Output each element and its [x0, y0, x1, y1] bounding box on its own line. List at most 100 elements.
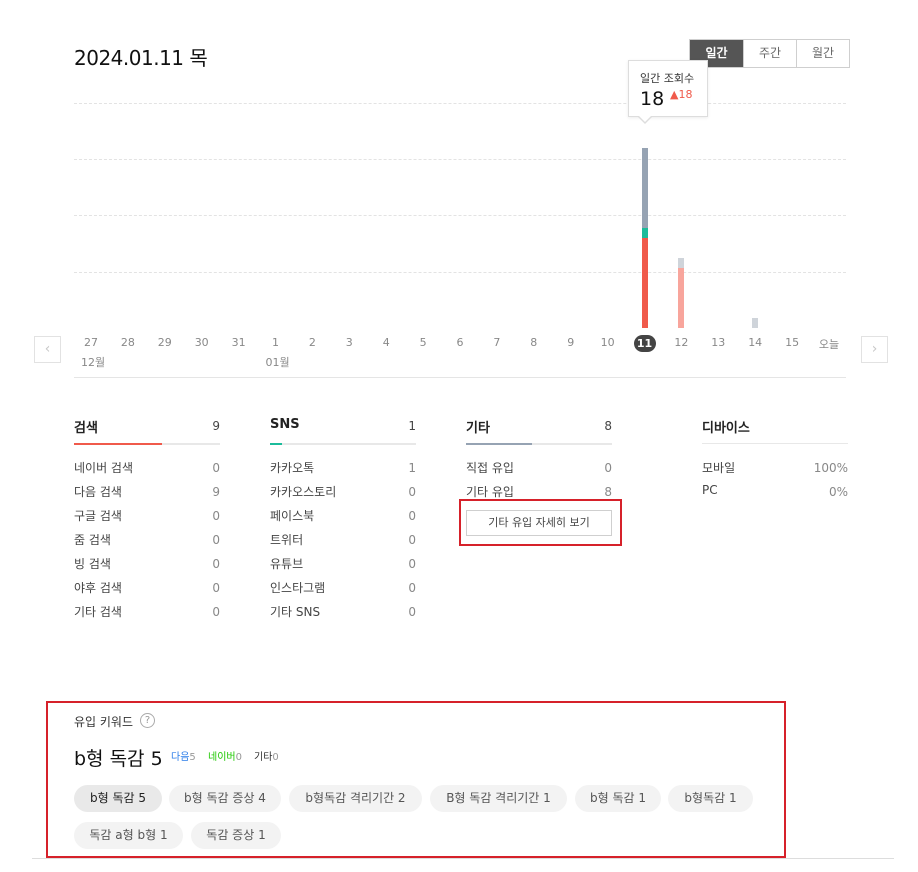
device-row-label: 모바일: [702, 461, 736, 475]
etc-row-value: 0: [604, 461, 612, 475]
search-row-label: 줌 검색: [74, 533, 111, 547]
search-row-value: 9: [212, 485, 220, 499]
etc-row-label: 직접 유입: [466, 461, 514, 475]
sns-row-label: 유튜브: [270, 557, 304, 571]
etc-ratio-bar: [466, 443, 612, 445]
search-row-label: 구글 검색: [74, 509, 122, 523]
sns-row-label: 카카오톡: [270, 461, 315, 475]
views-chart: [74, 90, 846, 330]
highlight-box: [46, 701, 786, 858]
x-tick-label[interactable]: 9: [556, 336, 586, 349]
x-tick-label[interactable]: 28: [113, 336, 143, 349]
x-tick-label[interactable]: 7: [482, 336, 512, 349]
chart-bar: [641, 148, 648, 228]
chart-bar: [641, 228, 648, 238]
x-tick-label[interactable]: 5: [408, 336, 438, 349]
search-row-value: 0: [212, 581, 220, 595]
etc-row-value: 8: [604, 485, 612, 499]
chart-bar: [641, 238, 648, 328]
device-row-label: PC: [702, 483, 718, 497]
x-tick-label[interactable]: 12: [666, 336, 696, 349]
etc-ratio-fill: [466, 443, 532, 445]
x-tick-label[interactable]: 1: [261, 336, 291, 349]
sns-row-value: 0: [408, 533, 416, 547]
sns-row-value: 0: [408, 605, 416, 619]
divider: [74, 377, 846, 378]
gridline: [74, 272, 846, 273]
sns-count: 1: [408, 419, 416, 433]
chevron-right-icon: ›: [871, 341, 878, 357]
page-title: 2024.01.11 목: [74, 46, 208, 70]
sns-row-label: 트위터: [270, 533, 304, 547]
x-tick-label[interactable]: 4: [371, 336, 401, 349]
x-tick-label[interactable]: 14: [740, 336, 770, 349]
sns-title: SNS: [270, 417, 300, 432]
month-label: 12월: [81, 356, 106, 369]
tooltip-value: 18: [640, 88, 665, 110]
x-tick-label[interactable]: 2: [297, 336, 327, 349]
device-rule: [702, 443, 848, 444]
sns-row-label: 인스타그램: [270, 581, 326, 595]
search-ratio-fill: [74, 443, 162, 445]
sns-row-label: 기타 SNS: [270, 605, 321, 619]
search-row-value: 0: [212, 533, 220, 547]
search-row-value: 0: [212, 605, 220, 619]
device-row-value: 100%: [813, 461, 848, 475]
next-arrow-button[interactable]: ›: [861, 336, 888, 363]
chart-bar: [678, 258, 685, 268]
sns-row-value: 0: [408, 581, 416, 595]
chart-bar: [678, 268, 685, 328]
device-row-value: 0%: [828, 485, 848, 499]
search-count: 9: [212, 419, 220, 433]
search-row-label: 네이버 검색: [74, 461, 134, 475]
divider: [32, 858, 894, 859]
chevron-left-icon: ‹: [44, 341, 51, 357]
sns-row-value: 1: [408, 461, 416, 475]
search-row-label: 야후 검색: [74, 581, 122, 595]
search-title: 검색: [74, 421, 98, 436]
x-tick-label[interactable]: 13: [703, 336, 733, 349]
sns-row-label: 카카오스토리: [270, 485, 337, 499]
x-tick-label[interactable]: 오늘: [814, 336, 844, 352]
tooltip-delta: ▲18: [670, 88, 692, 101]
sns-row-value: 0: [408, 557, 416, 571]
gridline: [74, 159, 846, 160]
search-row-value: 0: [212, 557, 220, 571]
gridline: [74, 103, 846, 104]
prev-arrow-button[interactable]: ‹: [34, 336, 61, 363]
device-title: 디바이스: [702, 421, 750, 436]
x-tick-label[interactable]: 27: [76, 336, 106, 349]
x-tick-label[interactable]: 15: [777, 336, 807, 349]
x-tick-label[interactable]: 8: [519, 336, 549, 349]
sns-row-label: 페이스북: [270, 509, 315, 523]
tab-weekly[interactable]: 주간: [743, 40, 796, 67]
tooltip-delta-value: 18: [678, 88, 693, 101]
sns-ratio-fill: [270, 443, 282, 445]
tooltip-label: 일간 조회수: [640, 72, 695, 85]
search-row-value: 0: [212, 509, 220, 523]
x-tick-label[interactable]: 10: [593, 336, 623, 349]
tab-monthly[interactable]: 월간: [796, 40, 849, 67]
etc-count: 8: [604, 419, 612, 433]
highlight-box: [459, 499, 622, 546]
search-row-label: 다음 검색: [74, 485, 122, 499]
period-tabs: 일간 주간 월간: [689, 39, 850, 68]
x-tick-selected[interactable]: 11: [633, 335, 656, 352]
month-label: 01월: [265, 356, 290, 369]
sns-ratio-bar: [270, 443, 416, 445]
x-tick-label[interactable]: 29: [150, 336, 180, 349]
sns-row-value: 0: [408, 509, 416, 523]
chart-tooltip: 일간 조회수 18 ▲18: [628, 60, 708, 124]
search-row-label: 기타 검색: [74, 605, 122, 619]
search-ratio-bar: [74, 443, 220, 445]
x-tick-label[interactable]: 31: [224, 336, 254, 349]
x-tick-label[interactable]: 3: [334, 336, 364, 349]
x-tick-label[interactable]: 30: [187, 336, 217, 349]
x-tick-label[interactable]: 6: [445, 336, 475, 349]
etc-row-label: 기타 유입: [466, 485, 514, 499]
etc-title: 기타: [466, 421, 490, 436]
gridline: [74, 215, 846, 216]
sns-row-value: 0: [408, 485, 416, 499]
chart-bar: [752, 318, 759, 328]
search-row-value: 0: [212, 461, 220, 475]
